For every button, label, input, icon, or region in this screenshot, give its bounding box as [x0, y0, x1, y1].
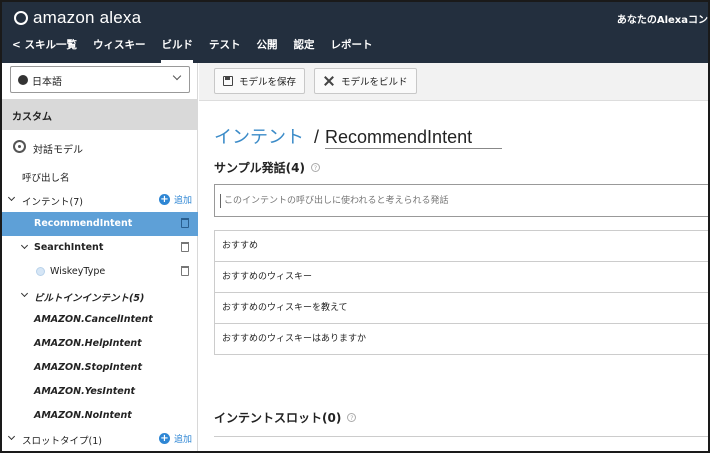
nav-certification[interactable]: 認定 — [285, 36, 322, 63]
toolbar: モデルを保存 モデルをビルド — [199, 63, 708, 101]
intent-slots-label: インテントスロット(0) — [214, 411, 342, 425]
add-intent-button[interactable]: + 追加 — [158, 193, 192, 206]
logo-text: amazon alexa — [33, 8, 142, 27]
add-slot-type-button[interactable]: + 追加 — [158, 432, 192, 445]
globe-icon — [18, 75, 28, 85]
build-model-label: モデルをビルド — [341, 77, 408, 88]
chevron-down-icon — [172, 71, 182, 81]
app-frame: amazon alexa あなたのAlexaコン < スキル一覧 ウィスキー ビ… — [0, 0, 710, 453]
list-item[interactable]: おすすめのウィスキーを教えて — [215, 293, 708, 324]
builtin-intent-label: AMAZON.YesIntent — [34, 386, 136, 397]
invocation-label: 呼び出し名 — [22, 173, 70, 184]
sidebar-item-cancel-intent[interactable]: AMAZON.CancelIntent — [2, 308, 198, 332]
list-item[interactable]: おすすめのウィスキー — [215, 262, 708, 293]
sidebar-item-recommend-intent[interactable]: RecommendIntent — [2, 212, 198, 236]
sidebar-item-invocation[interactable]: 呼び出し名 — [2, 164, 198, 188]
sidebar-item-interaction-model[interactable]: 対話モデル — [2, 130, 198, 163]
intents-label: インテント(7) — [22, 197, 83, 208]
sample-utterance-input[interactable] — [214, 184, 708, 217]
nav-build[interactable]: ビルド — [153, 36, 201, 63]
chevron-down-icon — [20, 289, 29, 298]
builtin-intent-label: AMAZON.CancelIntent — [34, 314, 153, 325]
skill-nav: < スキル一覧 ウィスキー ビルド テスト 公開 認定 レポート — [2, 36, 380, 63]
interaction-model-label: 対話モデル — [33, 145, 83, 156]
nav-publish[interactable]: 公開 — [248, 36, 285, 63]
chevron-down-icon — [7, 432, 16, 441]
add-intent-label: 追加 — [173, 196, 192, 206]
sidebar-item-builtin-intents[interactable]: ビルトインインテント(5) — [2, 284, 198, 308]
custom-section-header: カスタム — [2, 99, 198, 130]
sidebar-item-slot-types[interactable]: スロットタイプ(1) + 追加 — [2, 427, 198, 451]
top-bar: amazon alexa あなたのAlexaコン < スキル一覧 ウィスキー ビ… — [2, 2, 708, 63]
builtin-intents-label: ビルトインインテント(5) — [34, 293, 145, 304]
intent-label: RecommendIntent — [34, 218, 133, 229]
sidebar-item-yes-intent[interactable]: AMAZON.YesIntent — [2, 380, 198, 404]
add-slot-type-label: 追加 — [173, 435, 192, 445]
language-select[interactable]: 日本語 — [10, 66, 190, 93]
plus-circle-icon: + — [158, 194, 170, 205]
sidebar-item-help-intent[interactable]: AMAZON.HelpIntent — [2, 332, 198, 356]
page-title: インテント / RecommendIntent — [214, 123, 503, 149]
save-icon — [223, 76, 233, 86]
sidebar: 日本語 カスタム 対話モデル 呼び出し名 インテント(7) + 追加 Recom… — [2, 63, 198, 451]
slot-type-dot-icon — [36, 267, 45, 276]
sidebar-item-search-intent[interactable]: SearchIntent — [2, 236, 198, 260]
nav-skill-list[interactable]: < スキル一覧 — [2, 36, 85, 63]
sidebar-item-stop-intent[interactable]: AMAZON.StopIntent — [2, 356, 198, 380]
custom-section-label: カスタム — [12, 112, 52, 123]
nav-report[interactable]: レポート — [322, 36, 380, 63]
title-separator: / — [314, 127, 320, 147]
alexa-logo[interactable]: amazon alexa — [14, 8, 141, 28]
plus-circle-icon: + — [158, 433, 170, 444]
divider — [214, 436, 708, 437]
gear-icon — [13, 140, 26, 153]
trash-icon[interactable] — [181, 242, 189, 252]
intent-label: SearchIntent — [34, 242, 104, 253]
build-model-button[interactable]: モデルをビルド — [314, 68, 417, 94]
sidebar-item-wiskey-type[interactable]: WiskeyType — [2, 260, 198, 284]
chevron-down-icon — [20, 241, 29, 250]
tools-icon — [323, 75, 335, 87]
chevron-down-icon — [7, 193, 16, 202]
alexa-ring-icon — [14, 11, 28, 25]
sample-utterance-list: おすすめ おすすめのウィスキー おすすめのウィスキーを教えて おすすめのウィスキ… — [214, 230, 708, 355]
intent-slots-heading: インテントスロット(0) ? — [214, 409, 357, 426]
sample-utterance-field[interactable] — [215, 185, 708, 216]
save-model-button[interactable]: モデルを保存 — [214, 68, 306, 94]
main-panel: モデルを保存 モデルをビルド インテント / RecommendIntent サ… — [199, 63, 708, 451]
list-item[interactable]: おすすめ — [215, 231, 708, 262]
sample-utterances-label: サンプル発話(4) — [214, 161, 305, 175]
builtin-intent-label: AMAZON.HelpIntent — [34, 338, 142, 349]
list-item[interactable]: おすすめのウィスキーはありますか — [215, 324, 708, 355]
sample-utterances-heading: サンプル発話(4) ? — [214, 159, 320, 176]
slot-types-label: スロットタイプ(1) — [22, 436, 102, 447]
nav-skill-name[interactable]: ウィスキー — [85, 36, 154, 63]
intent-name-field[interactable]: RecommendIntent — [325, 127, 503, 149]
help-icon[interactable]: ? — [347, 413, 357, 422]
nav-test[interactable]: テスト — [201, 36, 249, 63]
help-icon[interactable]: ? — [310, 163, 320, 172]
trash-icon[interactable] — [181, 218, 189, 228]
language-value: 日本語 — [32, 77, 62, 88]
save-model-label: モデルを保存 — [239, 77, 297, 88]
trash-icon[interactable] — [181, 266, 189, 276]
account-menu[interactable]: あなたのAlexaコン — [617, 11, 708, 26]
sidebar-item-intents[interactable]: インテント(7) + 追加 — [2, 188, 198, 212]
builtin-intent-label: AMAZON.NoIntent — [34, 410, 132, 421]
slot-type-label: WiskeyType — [50, 266, 106, 277]
sidebar-item-no-intent[interactable]: AMAZON.NoIntent — [2, 404, 198, 428]
builtin-intent-label: AMAZON.StopIntent — [34, 362, 142, 373]
title-intent-link[interactable]: インテント — [214, 123, 304, 149]
